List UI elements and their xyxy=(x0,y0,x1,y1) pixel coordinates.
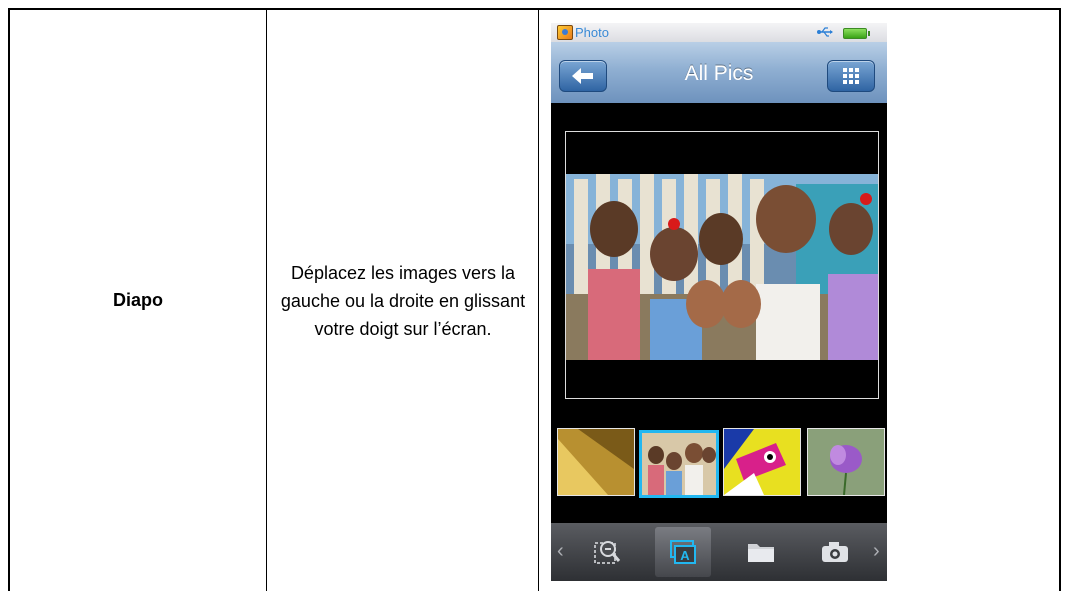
battery-icon xyxy=(843,28,870,39)
feature-name: Diapo xyxy=(10,10,266,591)
scroll-left-icon[interactable]: ‹ xyxy=(557,540,564,563)
feature-description-text: Déplacez les images vers la gauche ou la… xyxy=(280,262,526,339)
zoom-icon xyxy=(594,541,621,564)
slideshow-button[interactable]: A xyxy=(655,527,711,577)
status-bar: Photo xyxy=(551,23,887,42)
camera-button[interactable] xyxy=(807,527,863,577)
thumbnail-item-selected[interactable] xyxy=(639,430,719,498)
thumbnail-strip[interactable] xyxy=(557,428,887,498)
title-bar: All Pics xyxy=(551,42,887,103)
children-waving-photo[interactable] xyxy=(566,174,878,360)
grid-view-button[interactable] xyxy=(827,60,875,92)
slideshow-icon: A xyxy=(670,540,696,564)
grid-icon xyxy=(843,68,859,84)
thumbnail-item[interactable] xyxy=(557,428,635,496)
feature-name-text: Diapo xyxy=(112,290,163,310)
usb-icon xyxy=(817,27,833,37)
device-screen: Photo All Pics ‹ A › xyxy=(551,23,887,581)
camera-icon xyxy=(822,542,848,562)
feature-description: Déplacez les images vers la gauche ou la… xyxy=(268,10,538,591)
children-photo-thumbnail xyxy=(642,433,716,495)
zoom-button[interactable] xyxy=(579,527,635,577)
thumbnail-item[interactable] xyxy=(807,428,885,496)
photo-viewer[interactable] xyxy=(565,131,879,399)
table-divider-2 xyxy=(538,8,539,591)
table-divider-1 xyxy=(266,8,267,591)
table-border-right xyxy=(1059,8,1061,591)
thumbnail-item[interactable] xyxy=(723,428,801,496)
folder-button[interactable] xyxy=(733,527,789,577)
status-app-label: Photo xyxy=(575,25,609,40)
scroll-right-icon[interactable]: › xyxy=(873,540,880,563)
colorful-bird-thumbnail xyxy=(724,429,800,495)
photo-app-icon xyxy=(557,25,573,40)
purple-flower-thumbnail xyxy=(808,429,884,495)
folder-icon xyxy=(748,544,774,562)
bottom-toolbar: ‹ A › xyxy=(551,523,887,581)
golden-texture-thumbnail xyxy=(558,429,634,495)
svg-text:A: A xyxy=(680,548,690,563)
